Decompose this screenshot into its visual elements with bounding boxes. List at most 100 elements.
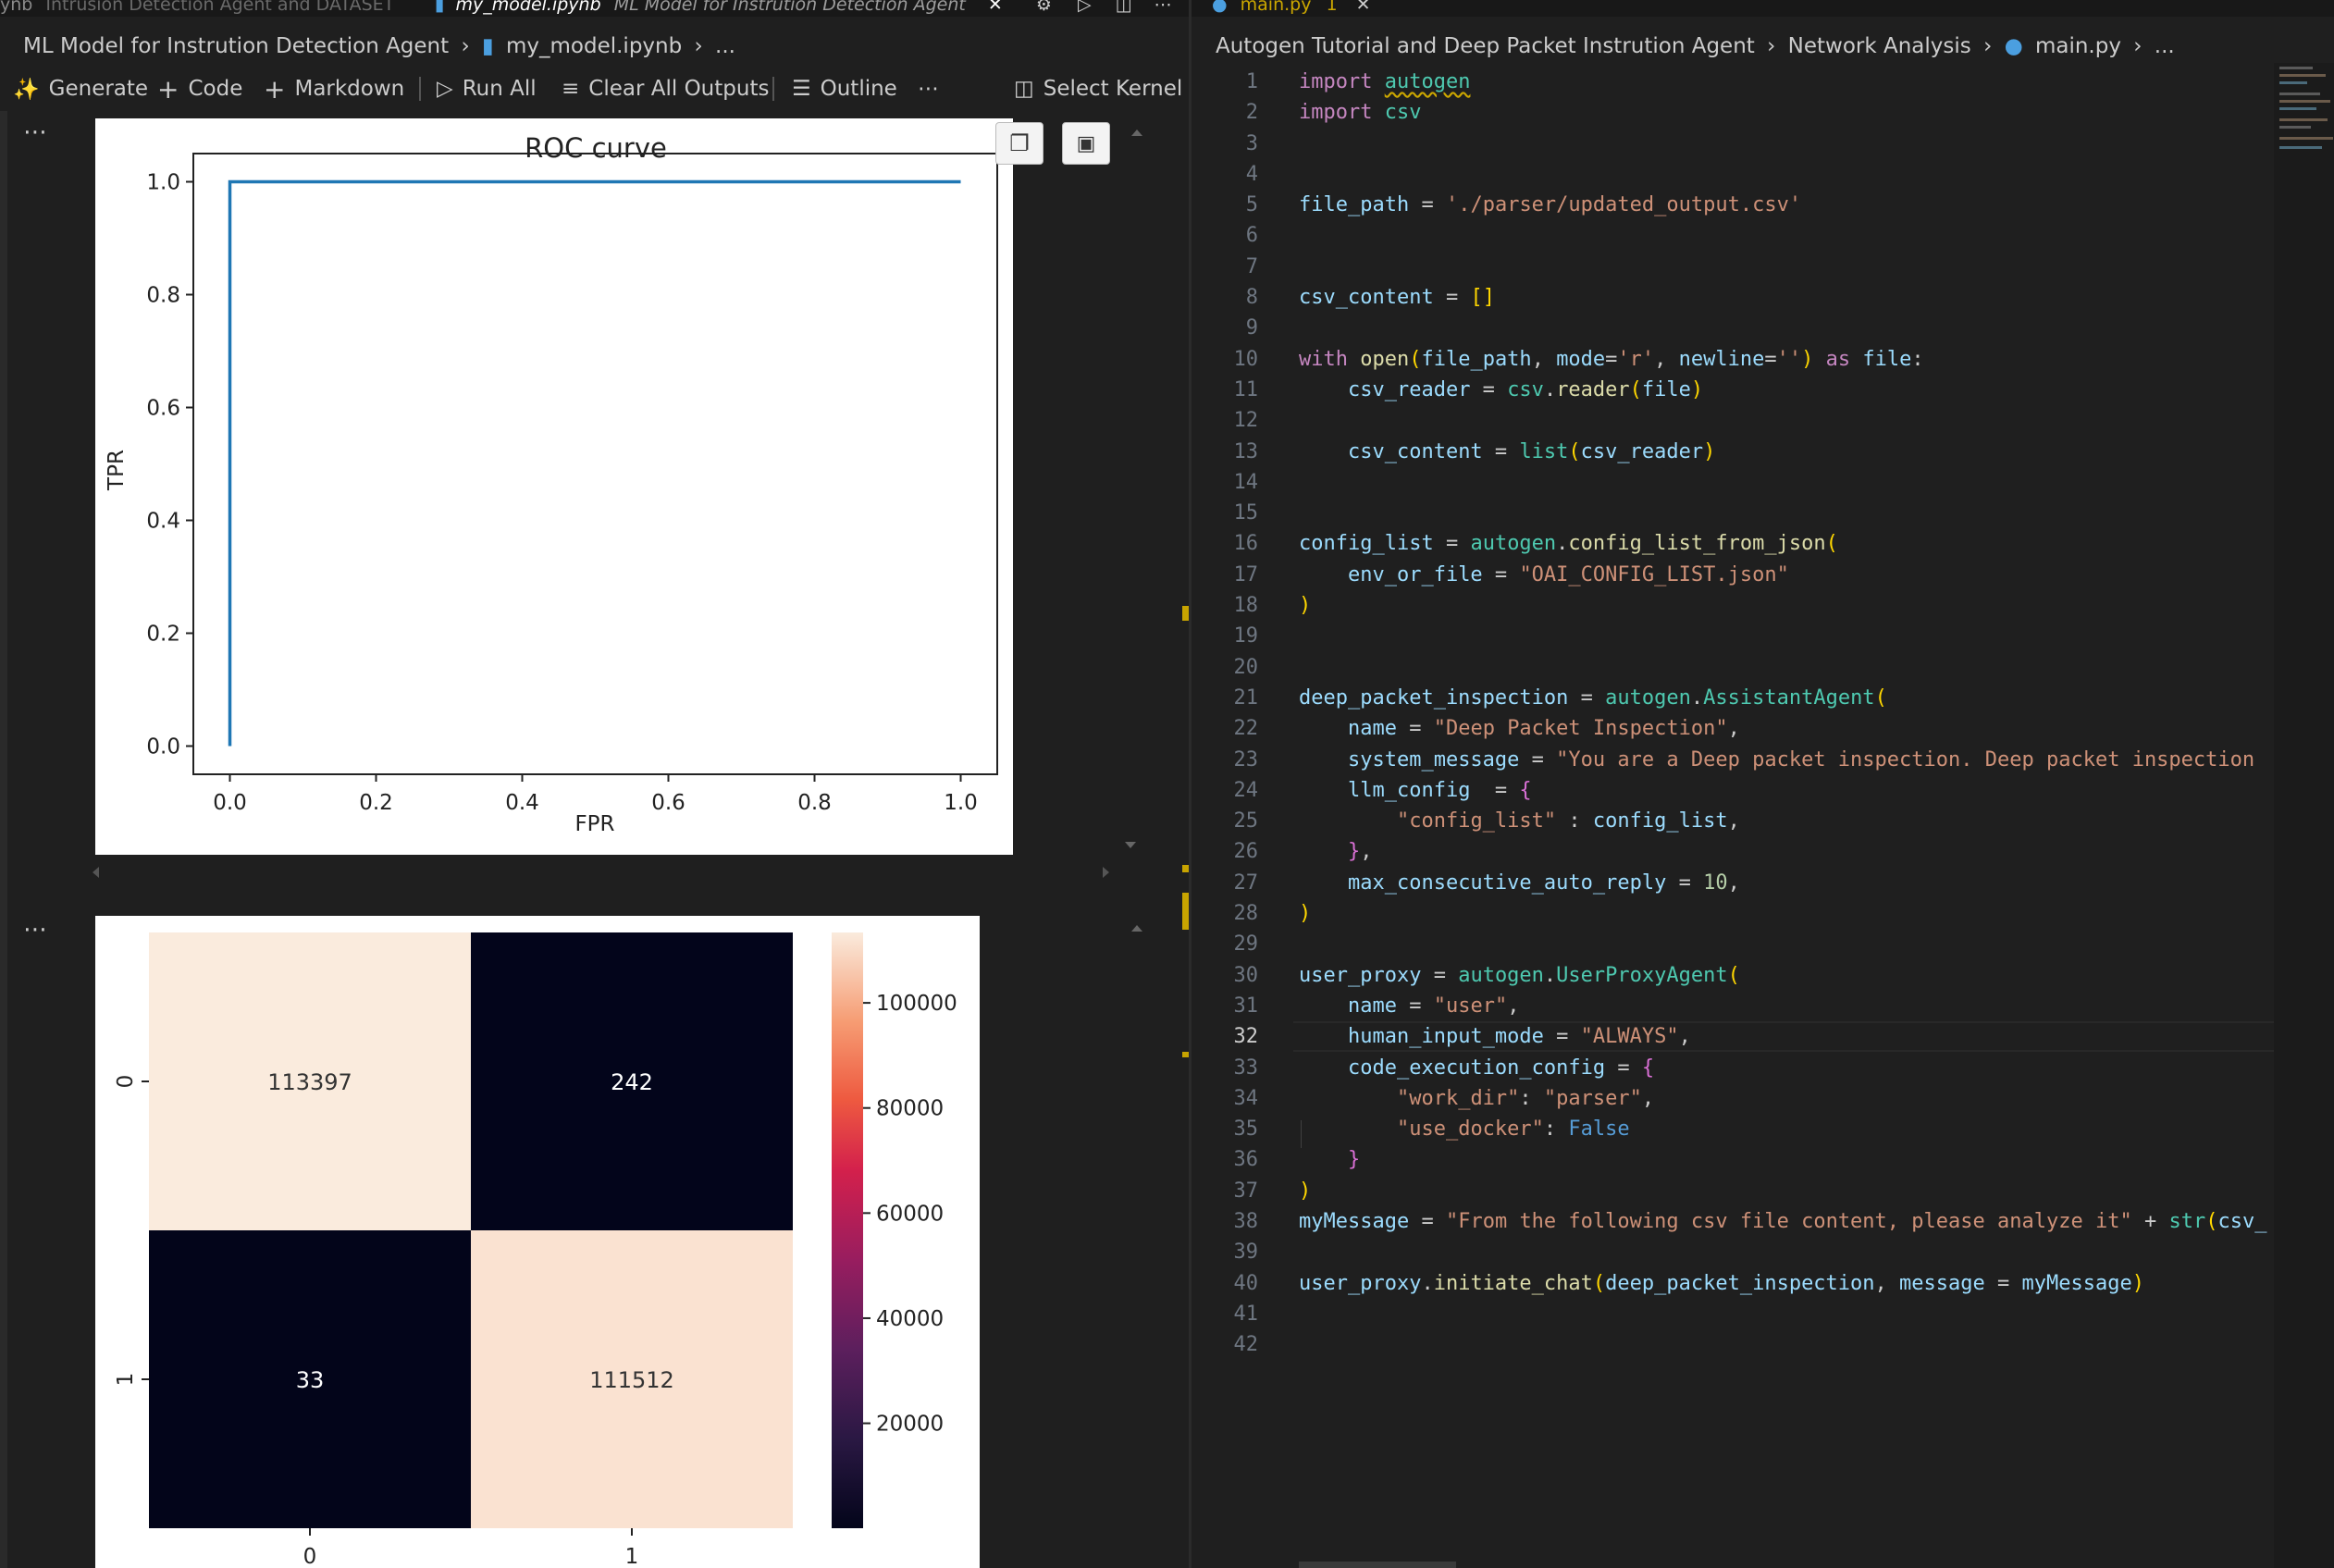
gear-icon[interactable]: ⚙ bbox=[1036, 0, 1052, 15]
scroll-up-arrow[interactable] bbox=[1131, 130, 1142, 136]
code-line[interactable]: 41 bbox=[1192, 1299, 2274, 1329]
scroll-right-arrow[interactable] bbox=[1103, 867, 1109, 878]
code-line[interactable]: 18) bbox=[1192, 590, 2274, 621]
code-line[interactable]: 10 with open(file_path, mode='r', newline… bbox=[1192, 344, 2274, 375]
scroll-left-arrow[interactable] bbox=[93, 867, 99, 878]
code-text[interactable]: max_consecutive_auto_reply = 10, bbox=[1299, 868, 1740, 898]
code-line[interactable]: 33 code_execution_config = { bbox=[1192, 1053, 2274, 1083]
code-line[interactable]: 8 csv_content = [] bbox=[1192, 282, 2274, 313]
tab-main-py[interactable]: ● main.py 1 ✕ bbox=[1212, 0, 1371, 17]
code-text[interactable]: csv_content = list(csv_reader) bbox=[1299, 437, 1715, 467]
code-line[interactable]: 40 user_proxy.initiate_chat(deep_packet_i… bbox=[1192, 1268, 2274, 1299]
code-text[interactable]: import autogen bbox=[1299, 67, 1470, 97]
minimap[interactable] bbox=[2274, 63, 2334, 1568]
clear-outputs-button[interactable]: ≡ Clear All Outputs bbox=[562, 72, 769, 105]
code-line[interactable]: 21 deep_packet_inspection = autogen.Assis… bbox=[1192, 683, 2274, 713]
code-line[interactable]: 24 llm_config = { bbox=[1192, 775, 2274, 806]
horizontal-scrollbar[interactable] bbox=[1299, 1562, 1456, 1568]
breadcrumb-item[interactable]: ... bbox=[2155, 34, 2175, 58]
code-text[interactable]: human_input_mode = "ALWAYS", bbox=[1299, 1021, 1691, 1052]
code-text[interactable]: ) bbox=[1299, 898, 1311, 929]
scroll-down-arrow[interactable] bbox=[1125, 842, 1136, 848]
code-text[interactable]: csv_content = [] bbox=[1299, 282, 1495, 313]
breadcrumb-item[interactable]: Autogen Tutorial and Deep Packet Instrut… bbox=[1216, 34, 1755, 58]
code-text[interactable]: system_message = "You are a Deep packet … bbox=[1299, 745, 2254, 775]
code-line[interactable]: 27 max_consecutive_auto_reply = 10, bbox=[1192, 868, 2274, 898]
code-line[interactable]: 38 myMessage = "From the following csv fi… bbox=[1192, 1206, 2274, 1237]
code-line[interactable]: 42 bbox=[1192, 1329, 2274, 1360]
code-text[interactable]: config_list = autogen.config_list_from_j… bbox=[1299, 528, 1838, 559]
select-kernel-button[interactable]: ◫ Select Kernel bbox=[1014, 72, 1182, 105]
code-text[interactable]: env_or_file = "OAI_CONFIG_LIST.json" bbox=[1299, 560, 1789, 590]
code-lines[interactable]: 1 import autogen 2 import csv 3 4 5 file_pa… bbox=[1192, 67, 2311, 1360]
code-text[interactable]: }, bbox=[1299, 836, 1373, 867]
code-line[interactable]: 20 bbox=[1192, 652, 2274, 683]
code-text[interactable]: ) bbox=[1299, 1176, 1311, 1206]
code-line[interactable]: 22 name = "Deep Packet Inspection", bbox=[1192, 713, 2274, 744]
code-text[interactable]: name = "user", bbox=[1299, 991, 1519, 1021]
code-line[interactable]: 23 system_message = "You are a Deep pack… bbox=[1192, 745, 2274, 775]
code-text[interactable]: csv_reader = csv.reader(file) bbox=[1299, 375, 1703, 405]
code-line[interactable]: 13 csv_content = list(csv_reader) bbox=[1192, 437, 2274, 467]
code-line[interactable]: 5 file_path = './parser/updated_output.cs… bbox=[1192, 190, 2274, 220]
code-line[interactable]: 12 bbox=[1192, 405, 2274, 436]
code-line[interactable]: 15 bbox=[1192, 498, 2274, 528]
code-text[interactable]: "work_dir": "parser", bbox=[1299, 1083, 1654, 1114]
add-code-button[interactable]: + Code bbox=[157, 72, 242, 105]
breadcrumb-item[interactable]: Network Analysis bbox=[1788, 34, 1971, 58]
code-text[interactable]: code_execution_config = { bbox=[1299, 1053, 1654, 1083]
code-line[interactable]: 31 name = "user", bbox=[1192, 991, 2274, 1021]
more-actions-icon[interactable]: ⋯ bbox=[1155, 0, 1172, 15]
close-icon[interactable]: ✕ bbox=[988, 0, 1003, 15]
code-line[interactable]: 3 bbox=[1192, 129, 2274, 159]
code-text[interactable]: with open(file_path, mode='r', newline='… bbox=[1299, 344, 1924, 375]
code-line[interactable]: 7 bbox=[1192, 252, 2274, 282]
copy-output-button[interactable]: ❐ bbox=[995, 122, 1044, 165]
run-icon[interactable]: ▷ bbox=[1078, 0, 1092, 15]
generate-button[interactable]: ✨ Generate bbox=[13, 72, 148, 105]
scroll-up-arrow[interactable] bbox=[1131, 925, 1142, 932]
tab-my-model[interactable]: ▮ my_model.ipynb ML Model for Instrution… bbox=[435, 0, 1172, 17]
code-text[interactable]: import csv bbox=[1299, 97, 1421, 128]
code-text[interactable]: llm_config = { bbox=[1299, 775, 1532, 806]
cell-menu-button[interactable]: ⋯ bbox=[23, 916, 48, 944]
add-markdown-button[interactable]: + Markdown bbox=[264, 72, 404, 105]
save-output-button[interactable]: ▣ bbox=[1062, 122, 1110, 165]
run-all-button[interactable]: ▷ Run All bbox=[437, 72, 537, 105]
code-line[interactable]: 39 bbox=[1192, 1237, 2274, 1267]
tab-intrusion-notebook[interactable]: ynb Intrusion Detection Agent and DATASE… bbox=[0, 0, 394, 17]
cell-menu-button[interactable]: ⋯ bbox=[23, 118, 48, 146]
code-line[interactable]: 28) bbox=[1192, 898, 2274, 929]
code-line[interactable]: 4 bbox=[1192, 159, 2274, 190]
code-text[interactable]: name = "Deep Packet Inspection", bbox=[1299, 713, 1740, 744]
code-line[interactable]: 25 "config_list" : config_list, bbox=[1192, 806, 2274, 836]
code-line[interactable]: 30 user_proxy = autogen.UserProxyAgent( bbox=[1192, 960, 2274, 991]
code-text[interactable]: myMessage = "From the following csv file… bbox=[1299, 1206, 2266, 1237]
code-line[interactable]: 37) bbox=[1192, 1176, 2274, 1206]
code-line[interactable]: 1 import autogen bbox=[1192, 67, 2274, 97]
code-line[interactable]: 26 }, bbox=[1192, 836, 2274, 867]
code-text[interactable]: user_proxy.initiate_chat(deep_packet_ins… bbox=[1299, 1268, 2144, 1299]
code-line[interactable]: 17 env_or_file = "OAI_CONFIG_LIST.json" bbox=[1192, 560, 2274, 590]
code-line[interactable]: 2 import csv bbox=[1192, 97, 2274, 128]
code-line[interactable]: 19 bbox=[1192, 621, 2274, 651]
code-text[interactable]: user_proxy = autogen.UserProxyAgent( bbox=[1299, 960, 1740, 991]
close-icon[interactable]: ✕ bbox=[1356, 0, 1371, 15]
breadcrumb-item[interactable]: ML Model for Instrution Detection Agent bbox=[23, 34, 449, 58]
code-line[interactable]: 36 } bbox=[1192, 1144, 2274, 1175]
more-actions-button[interactable]: ⋯ bbox=[918, 72, 939, 105]
code-line[interactable]: 9 bbox=[1192, 313, 2274, 343]
breadcrumb-item[interactable]: main.py bbox=[2035, 34, 2121, 58]
code-line[interactable]: 35 "use_docker": False bbox=[1192, 1114, 2274, 1144]
code-line[interactable]: 29 bbox=[1192, 929, 2274, 959]
code-text[interactable]: ) bbox=[1299, 590, 1311, 621]
code-line[interactable]: 6 bbox=[1192, 220, 2274, 251]
outline-button[interactable]: ☰ Outline bbox=[792, 72, 897, 105]
code-text[interactable]: "use_docker": False bbox=[1299, 1114, 1630, 1144]
split-editor-icon[interactable]: ◫ bbox=[1116, 0, 1132, 15]
breadcrumb-item[interactable]: ... bbox=[715, 34, 735, 58]
breadcrumb-item[interactable]: my_model.ipynb bbox=[506, 34, 682, 58]
code-line[interactable]: 11 csv_reader = csv.reader(file) bbox=[1192, 375, 2274, 405]
code-text[interactable]: } bbox=[1299, 1144, 1360, 1175]
code-line[interactable]: 16 config_list = autogen.config_list_from… bbox=[1192, 528, 2274, 559]
